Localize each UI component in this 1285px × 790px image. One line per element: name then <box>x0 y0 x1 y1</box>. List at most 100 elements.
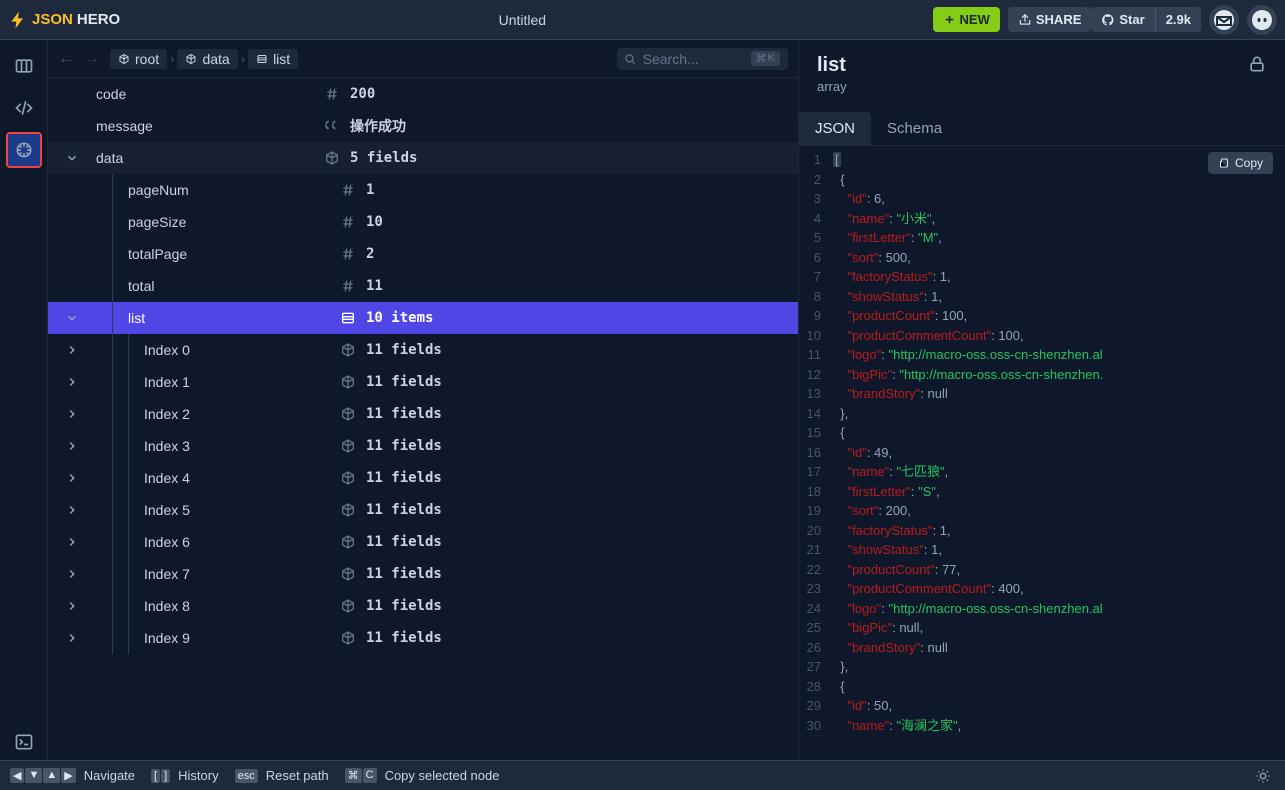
tabs: JSON Schema <box>799 112 1285 146</box>
tree-row[interactable]: message操作成功 <box>48 110 798 142</box>
header: JSONHERO Untitled NEW SHARE Star 2.9k <box>0 0 1285 40</box>
tab-schema[interactable]: Schema <box>871 112 958 145</box>
tree-row[interactable]: total11 <box>48 270 798 302</box>
tree-row[interactable]: data5 fields <box>48 142 798 174</box>
chevron-col[interactable] <box>48 311 96 325</box>
line-content: "name": "小米", <box>833 209 1285 229</box>
row-label: list <box>128 310 340 326</box>
tree-row[interactable]: Index 511 fields <box>48 494 798 526</box>
chevron-col[interactable] <box>48 375 96 389</box>
chevron-col[interactable] <box>48 535 96 549</box>
row-label: Index 0 <box>144 342 340 358</box>
tree-row[interactable]: Index 111 fields <box>48 366 798 398</box>
right-panel: list array JSON Schema Copy 1[2 {3 "id":… <box>799 40 1285 760</box>
chevron-col[interactable] <box>48 407 96 421</box>
tree-row[interactable]: Index 911 fields <box>48 622 798 654</box>
github-star-count[interactable]: 2.9k <box>1155 7 1201 32</box>
new-button[interactable]: NEW <box>933 7 1000 32</box>
theme-toggle[interactable] <box>1251 764 1275 788</box>
logo[interactable]: JSONHERO <box>8 10 120 30</box>
token: "bigPic" <box>847 620 892 635</box>
indent-guide <box>128 462 129 494</box>
crumb-root[interactable]: root <box>110 49 167 69</box>
share-button[interactable]: SHARE <box>1008 7 1092 32</box>
line-content: "firstLetter": "S", <box>833 482 1285 502</box>
chevron-col[interactable] <box>48 151 96 165</box>
gutter: 25 <box>799 618 833 638</box>
tree-row[interactable]: Index 311 fields <box>48 430 798 462</box>
history-label: History <box>178 768 218 783</box>
tree-row[interactable]: list10 items <box>48 302 798 334</box>
lock-button[interactable] <box>1247 54 1267 74</box>
tree-row[interactable]: Index 811 fields <box>48 590 798 622</box>
tree-row[interactable]: pageNum1 <box>48 174 798 206</box>
tree-row[interactable]: Index 211 fields <box>48 398 798 430</box>
token: : <box>920 640 927 655</box>
gutter: 23 <box>799 579 833 599</box>
token: "productCommentCount" <box>847 581 991 596</box>
tab-json[interactable]: JSON <box>799 112 871 145</box>
token <box>833 289 847 304</box>
columns-view-button[interactable] <box>6 48 42 84</box>
token: "http://macro-oss.oss-cn-shenzhen.al <box>889 347 1103 362</box>
chevron-col[interactable] <box>48 343 96 357</box>
plus-icon <box>943 13 956 26</box>
chevron-right-icon <box>65 631 79 645</box>
token: , <box>889 445 893 460</box>
crumb-list[interactable]: list <box>248 49 298 69</box>
token: , <box>889 698 893 713</box>
right-title-block: list array <box>817 54 847 94</box>
token: 49 <box>874 445 888 460</box>
gutter: 4 <box>799 209 833 229</box>
indent-guide <box>112 270 113 302</box>
tree-row[interactable]: Index 411 fields <box>48 462 798 494</box>
row-label: pageNum <box>128 182 340 198</box>
chevron-col[interactable] <box>48 599 96 613</box>
chevron-col[interactable] <box>48 503 96 517</box>
tree-view-button[interactable] <box>6 132 42 168</box>
token: "小米" <box>896 211 931 226</box>
token: "factoryStatus" <box>847 269 932 284</box>
row-label: totalPage <box>128 246 340 262</box>
github-star-button[interactable]: Star <box>1091 7 1154 32</box>
gutter: 14 <box>799 404 833 424</box>
tree-row[interactable]: Index 711 fields <box>48 558 798 590</box>
share-icon <box>1018 13 1032 27</box>
gutter: 20 <box>799 521 833 541</box>
copy-button[interactable]: Copy <box>1208 152 1273 174</box>
token: { <box>833 679 845 694</box>
code-line: 20 "factoryStatus": 1, <box>799 521 1285 541</box>
tree-row[interactable]: Index 011 fields <box>48 334 798 366</box>
tree-row[interactable]: pageSize10 <box>48 206 798 238</box>
chevron-col[interactable] <box>48 439 96 453</box>
mail-button[interactable] <box>1209 5 1239 35</box>
token <box>833 211 847 226</box>
breadcrumb: root›data›list <box>110 49 298 69</box>
gutter: 1 <box>799 150 833 170</box>
token: : <box>867 698 874 713</box>
tree-row[interactable]: code200 <box>48 78 798 110</box>
nav-back[interactable]: ← <box>58 50 74 68</box>
nav-forward[interactable]: → <box>84 50 100 68</box>
tree-row[interactable]: Index 611 fields <box>48 526 798 558</box>
document-title[interactable]: Untitled <box>120 12 924 28</box>
chevron-col[interactable] <box>48 631 96 645</box>
logo-icon <box>8 10 28 30</box>
tree-row[interactable]: totalPage2 <box>48 238 798 270</box>
terminal-button[interactable] <box>6 724 42 760</box>
cube-icon <box>340 630 356 646</box>
gutter: 5 <box>799 228 833 248</box>
code-line: 13 "brandStory": null <box>799 384 1285 404</box>
discord-button[interactable] <box>1247 5 1277 35</box>
chevron-col[interactable] <box>48 567 96 581</box>
hash-icon <box>340 246 356 262</box>
code-view-button[interactable] <box>6 90 42 126</box>
chevron-col[interactable] <box>48 471 96 485</box>
crumb-data[interactable]: data <box>177 49 237 69</box>
token: : <box>935 308 942 323</box>
code[interactable]: 1[2 {3 "id": 6,4 "name": "小米",5 "firstLe… <box>799 146 1285 739</box>
search-box[interactable]: Search... ⌘K <box>617 48 788 70</box>
token: , <box>956 562 960 577</box>
indent-guide <box>112 494 113 526</box>
kbd-mod: ⌘ <box>756 52 767 65</box>
